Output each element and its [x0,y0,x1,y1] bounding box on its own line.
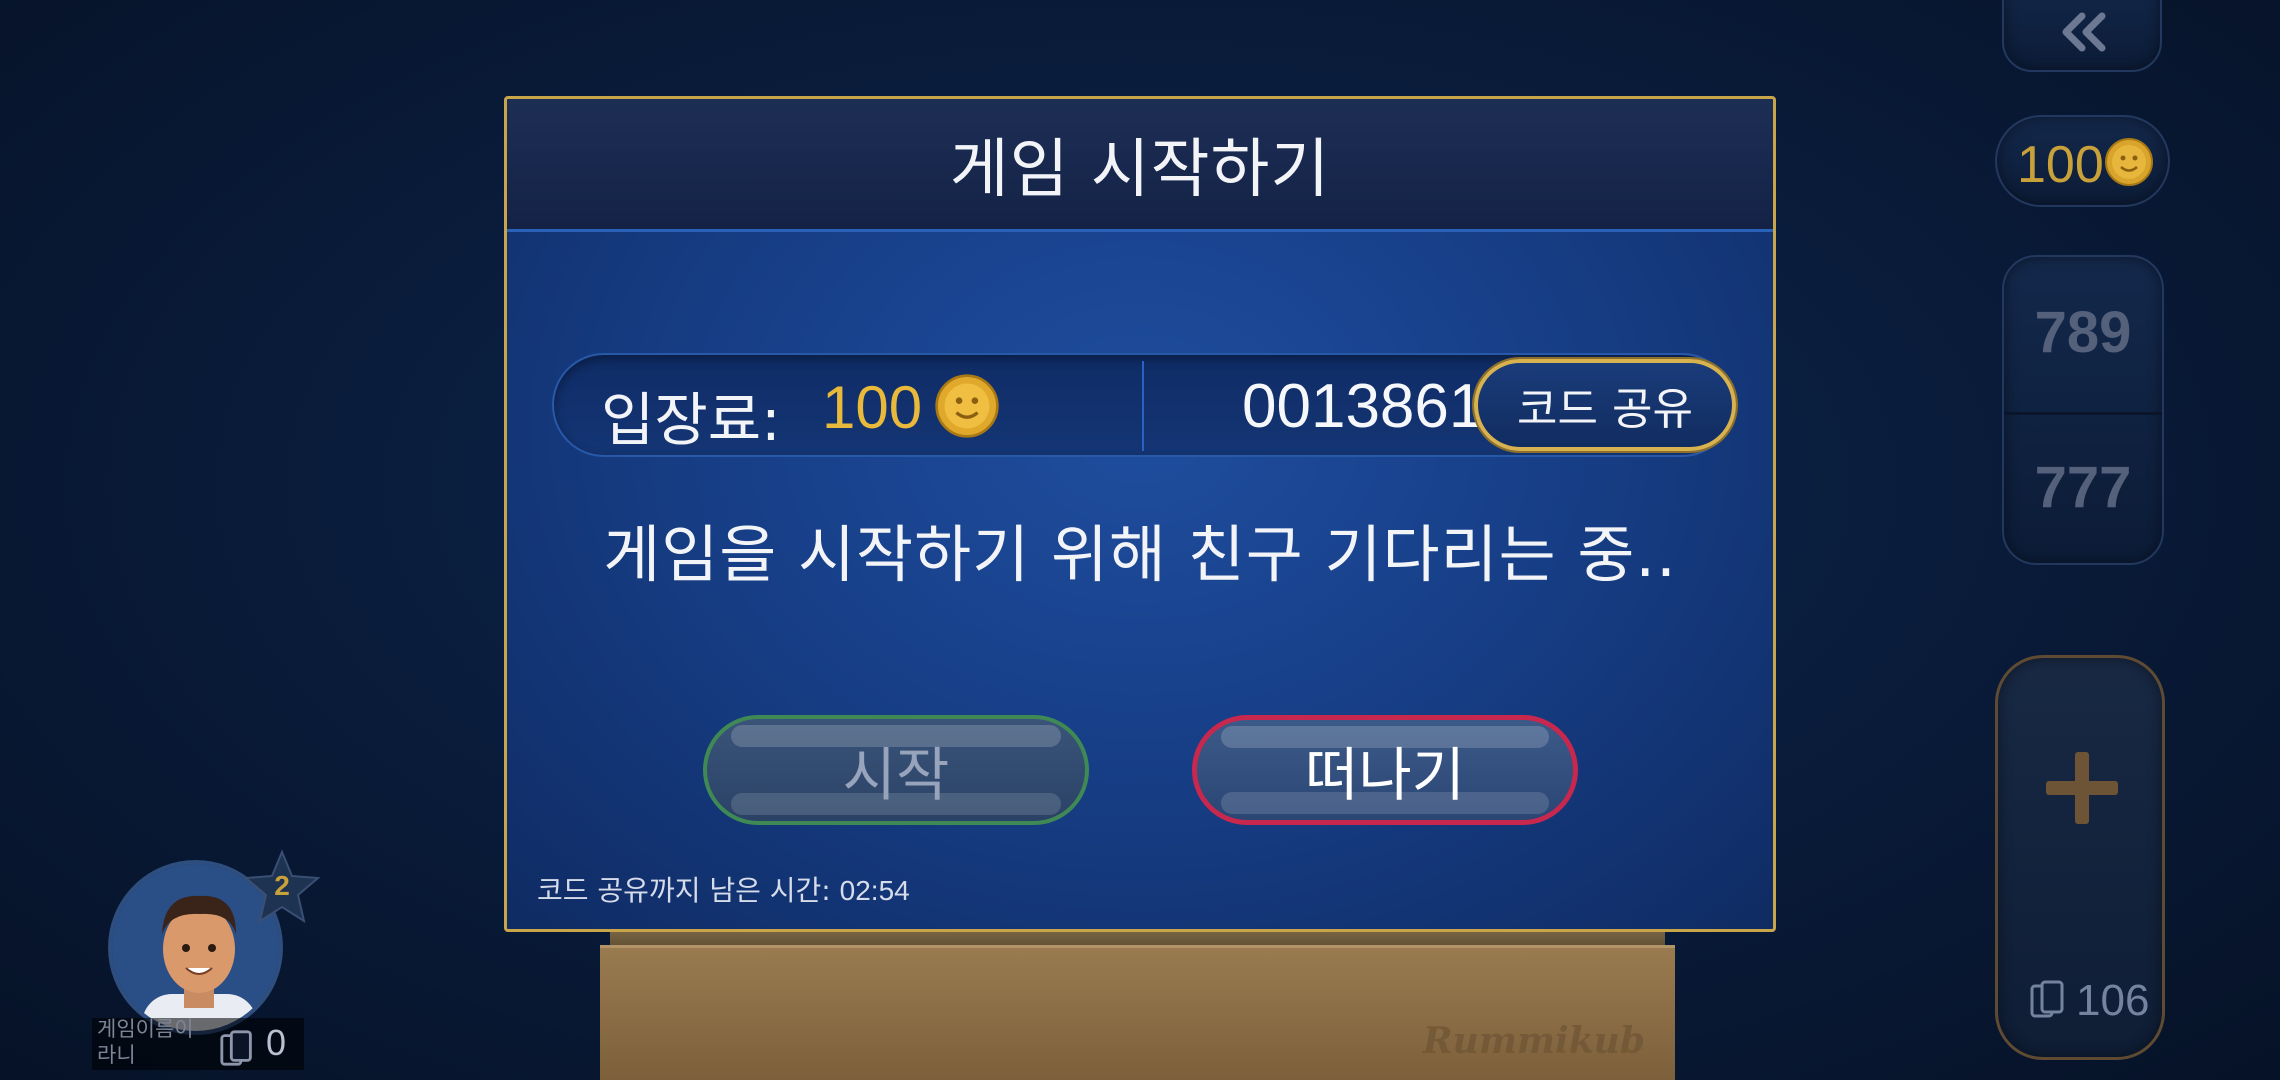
coin-balance[interactable]: 100 [1995,115,2170,207]
start-game-dialog: 게임 시작하기 입장료: 100 0013861 코드 공유 게임을 시작하기 … [504,96,1776,932]
waiting-message: 게임을 시작하기 위해 친구 기다리는 중.. [603,518,1677,591]
leave-button-label: 떠나기 [1304,741,1466,809]
share-code-button[interactable]: 코드 공유 [1474,359,1736,451]
tile-count-icon [220,1030,252,1066]
level-badge: 2 [242,848,322,932]
room-info-bar: 입장료: 100 0013861 코드 공유 [552,353,1736,457]
sort-buttons: 789 777 [2002,255,2164,565]
start-button[interactable]: 시작 [703,715,1089,825]
player-tile-count: 0 [266,1022,287,1063]
double-chevron-left-icon [2062,12,2106,52]
plus-icon [2046,752,2118,824]
dialog-header: 게임 시작하기 [507,99,1773,232]
level-value: 2 [274,870,290,901]
coin-icon [2105,138,2153,186]
pile-count: 106 [2076,976,2150,1025]
sort-group-button[interactable]: 777 [2004,412,2162,562]
timer-value: 02:54 [839,875,910,906]
start-button-label: 시작 [842,741,950,809]
draw-tile-button[interactable]: 106 [1995,655,2165,1060]
entry-fee-value: 100 [822,374,923,441]
coin-icon [935,374,999,438]
sort-run-button[interactable]: 789 [2004,257,2162,407]
divider [1142,361,1144,451]
timer-label: 코드 공유까지 남은 시간: [537,874,831,907]
tile-pile-icon [2030,980,2064,1018]
dialog-title: 게임 시작하기 [949,133,1331,207]
player-name: 게임이름이 라니 [97,1017,194,1067]
leave-button[interactable]: 떠나기 [1192,715,1578,825]
room-code: 0013861 [1242,372,1484,441]
collapse-button[interactable] [2002,0,2162,72]
share-timer: 코드 공유까지 남은 시간: 02:54 [537,869,910,909]
tile-rack: Rummikub [600,945,1675,1080]
entry-fee-label: 입장료: [601,386,781,454]
brand-logo: Rummikub [1422,1020,1645,1062]
coin-balance-value: 100 [2017,136,2104,194]
